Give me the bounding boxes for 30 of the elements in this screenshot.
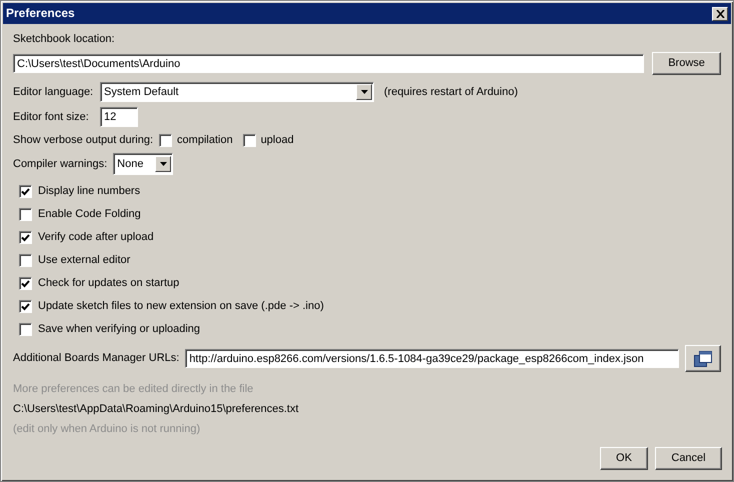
field-label: Editor font size: [13,110,90,124]
checkbox-label: Save when verifying or uploading [38,323,200,336]
info-text: More preferences can be edited directly in the file [13,382,254,398]
language-dropdown[interactable]: System Default [100,82,374,102]
checkbox-label: Check for updates on startup [38,277,180,290]
window-title: Preferences [6,6,75,21]
field-label: Sketchbook location: [13,33,116,46]
checkbox-label: Display line numbers [38,185,140,198]
url-field[interactable]: http://arduino.esp8266.com/versions/1.6.5-1084-ga39ce29/package_esp8266com_index.json [185,349,679,368]
checkbox-label: Update sketch files to new extension on save (.pde -> .ino) [38,300,324,314]
info-text: (edit only when Arduino is not running) [13,422,202,438]
browse-button[interactable]: Browse [652,52,721,76]
checkbox-label: Enable Code Folding [38,208,141,222]
field-label: Editor language: [13,86,94,99]
checkbox-label: Verify code after upload [38,231,154,244]
checkbox-label: Use external editor [38,254,130,268]
field-label: Additional Boards Manager URLs: [13,352,180,366]
font-size-field[interactable]: 12 [100,107,138,128]
cancel-button[interactable]: Cancel [655,447,722,470]
warnings-dropdown[interactable]: None [113,153,174,176]
dropdown-value: None [117,158,144,171]
checkbox-label: compilation [177,134,233,148]
hint-text: (requires restart of Arduino) [384,86,518,99]
checkbox-label: upload [260,134,294,148]
path-field[interactable]: C:\Users\test\Documents\Arduino [13,54,644,74]
ok-button[interactable]: OK [600,447,648,470]
file-path: C:\Users\test\AppData\Roaming\Arduino15\preferences.txt [13,402,300,418]
field-label: Compiler warnings: [13,158,108,171]
field-label: Show verbose output during: [13,134,154,148]
dropdown-value: System Default [104,86,179,99]
